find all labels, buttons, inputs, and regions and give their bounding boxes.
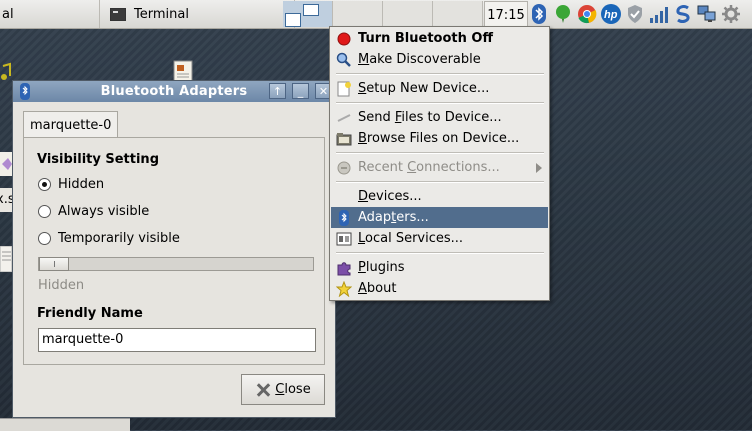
menu-item-label: Local Services...	[358, 231, 464, 246]
menu-item-devices[interactable]: Devices...	[331, 186, 548, 207]
radio-button[interactable]	[38, 232, 51, 245]
bluetooth-adapters-dialog: Bluetooth Adapters ↑ _ ✕ marquette-0 Vis…	[12, 80, 336, 418]
mini-window	[285, 13, 301, 27]
menu-item-make-discoverable[interactable]: Make Discoverable	[331, 49, 548, 70]
diamond-file-icon[interactable]	[0, 152, 12, 180]
workspace-3[interactable]	[383, 1, 433, 27]
terminal-icon	[110, 7, 126, 21]
clock[interactable]: 17:15	[484, 1, 528, 29]
radio-label: Temporarily visible	[58, 231, 180, 246]
settings-gear-icon[interactable]	[720, 3, 742, 25]
menu-separator	[336, 181, 544, 183]
magnifier-icon	[336, 52, 352, 68]
chrome-icon[interactable]	[576, 3, 598, 25]
system-tray: hp	[528, 0, 742, 28]
menu-item-label: Devices...	[358, 189, 422, 204]
desktop-file-label-text: x.s	[0, 192, 12, 207]
clock-time: 17:15	[487, 7, 525, 23]
recent-connections-icon	[336, 160, 352, 176]
slider-value-label: Hidden	[38, 278, 85, 293]
menu-item-send-files[interactable]: Send Files to Device...	[331, 107, 548, 128]
submenu-arrow-icon	[536, 163, 542, 173]
menu-separator	[336, 252, 544, 254]
menu-item-browse-files[interactable]: Browse Files on Device...	[331, 128, 548, 149]
top-panel: al Terminal 17:15 hp	[0, 0, 752, 29]
menu-item-plugins[interactable]: Plugins	[331, 257, 548, 278]
radio-always-visible[interactable]: Always visible	[38, 204, 149, 219]
folder-icon	[336, 131, 352, 147]
taskbar-button-partial[interactable]: al	[0, 0, 100, 28]
close-icon	[255, 382, 271, 398]
text-file-icon[interactable]	[0, 245, 13, 276]
bluetooth-tray-menu: Turn Bluetooth Off Make Discoverable Set…	[329, 26, 550, 301]
menu-item-label: Send Files to Device...	[358, 110, 502, 125]
menu-item-label: Adapters...	[358, 210, 429, 225]
sync-s-icon[interactable]	[672, 3, 694, 25]
puzzle-piece-icon	[336, 260, 352, 276]
dialog-title: Bluetooth Adapters	[100, 84, 248, 99]
radio-button[interactable]	[38, 178, 51, 191]
menu-item-recent-connections[interactable]: Recent Connections...	[331, 157, 548, 178]
workspace-pager	[283, 1, 483, 27]
menu-item-label: Recent Connections...	[358, 160, 500, 175]
radio-button[interactable]	[38, 205, 51, 218]
blank-icon	[336, 189, 352, 205]
menu-item-label: About	[358, 281, 397, 296]
shield-check-icon[interactable]	[624, 3, 646, 25]
radio-hidden[interactable]: Hidden	[38, 177, 104, 192]
menu-item-about[interactable]: About	[331, 278, 548, 299]
menu-item-label: Setup New Device...	[358, 81, 490, 96]
green-balloon-icon[interactable]	[552, 3, 574, 25]
red-dot-icon	[336, 31, 352, 47]
tab-adapter-label: marquette-0	[30, 117, 112, 133]
close-button[interactable]: Close	[241, 374, 325, 405]
minimize-button[interactable]: _	[292, 83, 309, 99]
workspace-2[interactable]	[333, 1, 383, 27]
menu-item-label: Browse Files on Device...	[358, 131, 520, 146]
mini-window	[303, 4, 319, 16]
desktop-file-label[interactable]: x.s	[0, 188, 12, 212]
menu-item-local-services[interactable]: Local Services...	[331, 228, 548, 249]
menu-item-turn-bluetooth-off[interactable]: Turn Bluetooth Off	[331, 28, 548, 49]
visibility-timeout-slider[interactable]	[38, 257, 314, 271]
menu-separator	[336, 73, 544, 75]
dialog-titlebar[interactable]: Bluetooth Adapters ↑ _ ✕	[13, 81, 335, 102]
bluetooth-icon	[336, 209, 352, 226]
menu-separator	[336, 152, 544, 154]
music-file-icon[interactable]	[0, 62, 12, 88]
close-button-label: Close	[275, 382, 311, 397]
svg-text:hp: hp	[604, 9, 618, 21]
titlebar-up-button[interactable]: ↑	[269, 83, 286, 99]
visibility-heading: Visibility Setting	[37, 152, 159, 167]
friendly-name-field[interactable]: marquette-0	[38, 328, 316, 352]
menu-item-setup-new-device[interactable]: Setup New Device...	[331, 78, 548, 99]
radio-label: Always visible	[58, 204, 150, 219]
taskbar-terminal-label: Terminal	[134, 6, 189, 22]
friendly-name-value: marquette-0	[42, 332, 124, 347]
workspace-4[interactable]	[433, 1, 483, 27]
menu-item-label: Plugins	[358, 260, 405, 275]
signal-bars-icon[interactable]	[648, 3, 670, 25]
new-document-icon	[336, 81, 352, 97]
star-icon	[336, 280, 352, 297]
background-window-edge	[0, 418, 130, 431]
menu-item-label: Make Discoverable	[358, 52, 481, 67]
taskbar-label: al	[2, 6, 14, 22]
bluetooth-icon[interactable]	[528, 3, 550, 25]
network-computers-icon[interactable]	[696, 3, 718, 25]
menu-item-label: Turn Bluetooth Off	[358, 31, 493, 46]
menu-item-adapters[interactable]: Adapters...	[331, 207, 548, 228]
send-arrow-icon	[336, 110, 352, 126]
radio-label: Hidden	[58, 177, 105, 192]
tab-adapter[interactable]: marquette-0	[23, 111, 119, 138]
menu-separator	[336, 102, 544, 104]
local-services-icon	[336, 231, 352, 247]
adapter-tab-panel: Visibility Setting Hidden Always visible…	[23, 137, 325, 365]
friendly-name-heading: Friendly Name	[37, 306, 143, 321]
radio-temporarily-visible[interactable]: Temporarily visible	[38, 231, 180, 246]
hp-icon[interactable]: hp	[600, 3, 622, 25]
slider-handle[interactable]	[39, 257, 69, 271]
workspace-1[interactable]	[283, 1, 333, 27]
taskbar-button-terminal[interactable]: Terminal	[98, 0, 295, 28]
